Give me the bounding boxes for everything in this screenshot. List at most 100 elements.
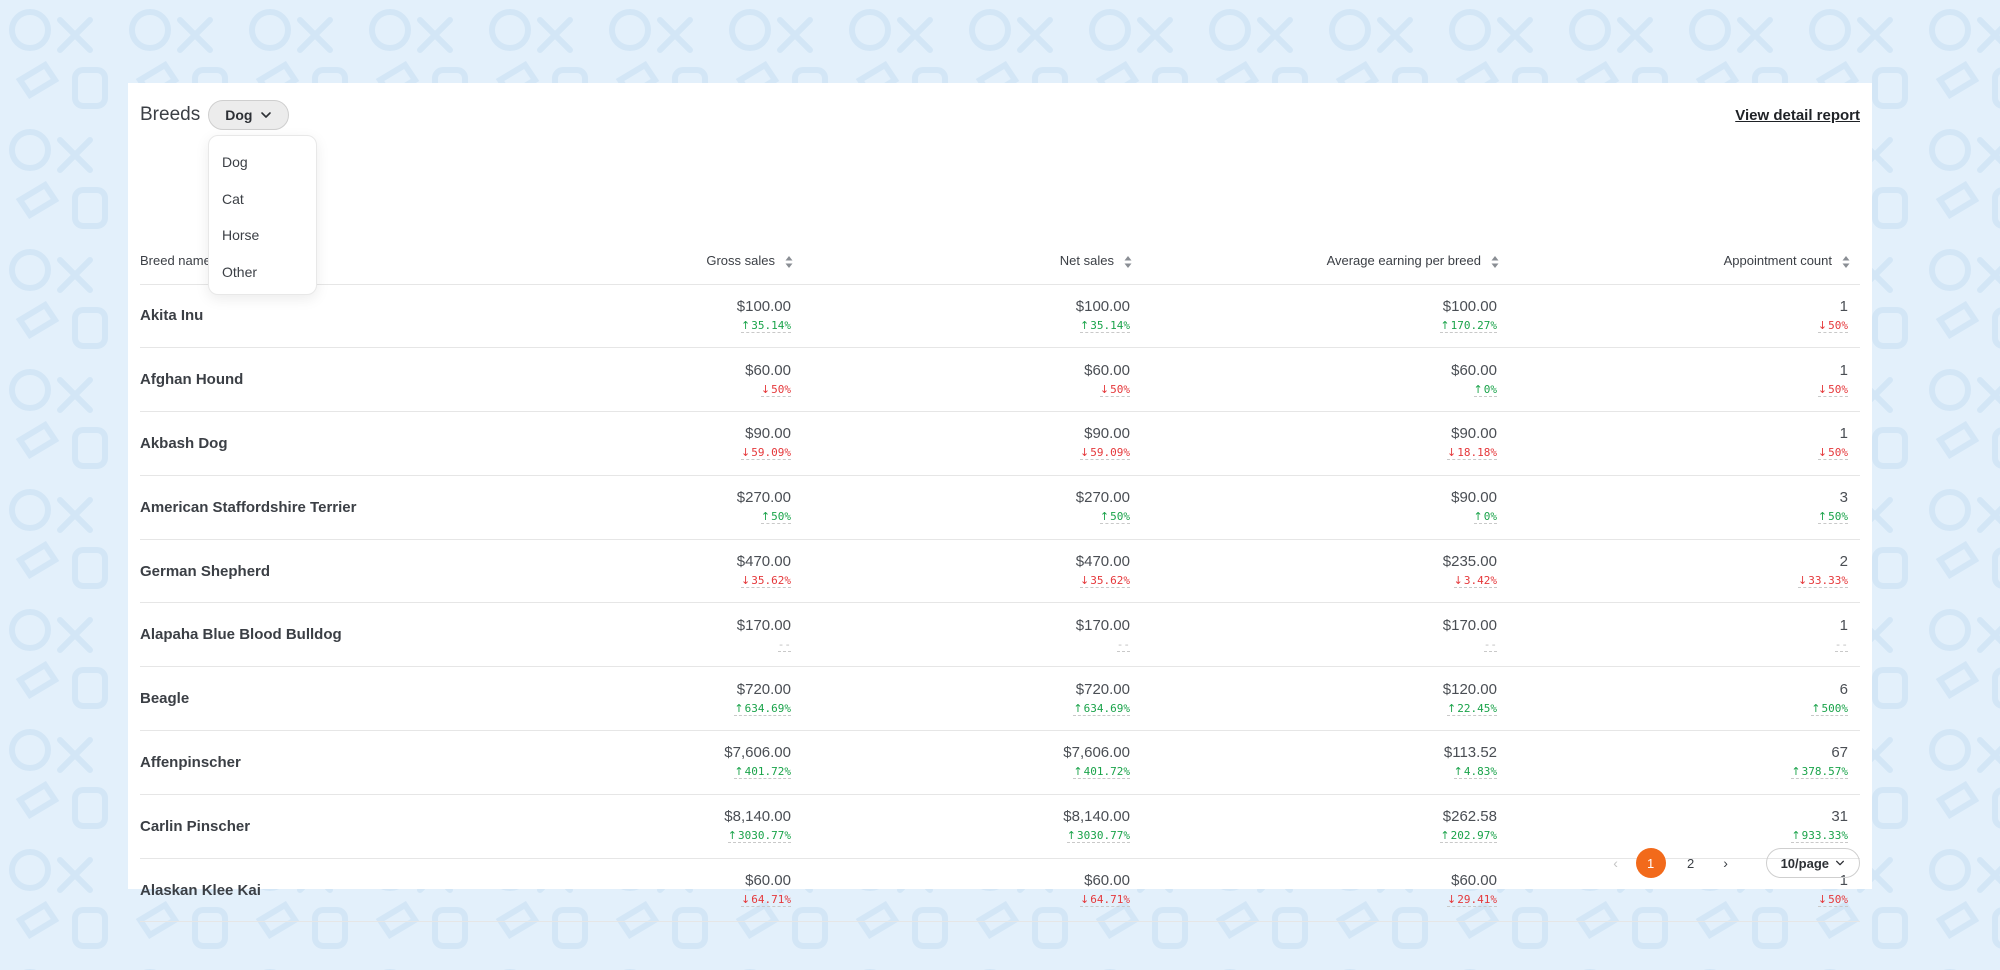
arrow-up-icon: ↑ <box>1791 765 1801 779</box>
column-header-average-earning[interactable]: Average earning per breed <box>1142 238 1509 285</box>
change-indicator: ↑50% <box>1817 510 1848 525</box>
column-header-appointment-count[interactable]: Appointment count <box>1509 238 1860 285</box>
change-value: 35.14% <box>751 318 791 332</box>
sort-icon[interactable] <box>1491 255 1499 269</box>
view-detail-report-link[interactable]: View detail report <box>1735 107 1860 124</box>
arrow-up-icon: ↑ <box>1473 382 1483 396</box>
change-value: 933.33% <box>1801 829 1848 843</box>
metric-cell: $90.00 ↓59.09% <box>540 411 803 476</box>
arrow-down-icon: ↓ <box>1080 574 1090 588</box>
change-indicator: ↑401.72% <box>734 765 791 780</box>
metric-cell: $90.00 ↓59.09% <box>803 411 1142 476</box>
table-row[interactable]: Affenpinscher $7,606.00 ↑401.72% $7,606.00 ↑… <box>140 730 1860 795</box>
dropdown-option-cat[interactable]: Cat <box>209 181 316 218</box>
change-value: -- <box>1483 637 1497 651</box>
metric-cell: $262.58 ↑202.97% <box>1142 794 1509 859</box>
arrow-up-icon: ↑ <box>1440 318 1450 332</box>
metric-value: $60.00 <box>745 872 791 890</box>
change-value: 3.42% <box>1463 574 1497 588</box>
metric-cell: $8,140.00 ↑3030.77% <box>540 794 803 859</box>
arrow-up-icon: ↑ <box>741 318 751 332</box>
metric-cell: $90.00 ↓18.18% <box>1142 411 1509 476</box>
change-value: 634.69% <box>1083 701 1130 715</box>
metric-value: 67 <box>1831 744 1848 762</box>
metric-value: $60.00 <box>1084 361 1130 379</box>
metric-cell: $8,140.00 ↑3030.77% <box>803 794 1142 859</box>
arrow-up-icon: ↑ <box>1817 510 1828 524</box>
metric-value: $100.00 <box>1075 297 1130 315</box>
table-row[interactable]: Alaskan Klee Kai $60.00 ↓64.71% $60.00 ↓64.7… <box>140 858 1860 923</box>
metric-cell: $60.00 ↓50% <box>803 347 1142 413</box>
change-indicator: ↑378.57% <box>1791 765 1848 780</box>
arrow-up-icon: ↑ <box>1073 701 1083 715</box>
change-indicator: ↑634.69% <box>734 702 791 716</box>
page-1-button[interactable]: 1 <box>1635 848 1666 878</box>
metric-value: $235.00 <box>1442 553 1497 571</box>
page-size-select[interactable]: 10/page <box>1765 848 1860 878</box>
chevron-left-icon[interactable]: ‹ <box>1606 855 1626 871</box>
arrow-down-icon: ↓ <box>1080 446 1090 460</box>
change-indicator: ↓50% <box>1817 893 1848 908</box>
dropdown-option-horse[interactable]: Horse <box>209 217 316 254</box>
metric-value: 3 <box>1839 489 1848 507</box>
change-value: 50% <box>1828 318 1848 332</box>
change-indicator: ↑35.14% <box>1080 319 1130 333</box>
table-row[interactable]: Afghan Hound $60.00 ↓50% $60.00 ↓50% $60.00 ↑0… <box>140 347 1860 413</box>
table-row[interactable]: Akbash Dog $90.00 ↓59.09% $90.00 ↓59.09% $90.… <box>140 411 1860 476</box>
table-row[interactable]: American Staffordshire Terrier $270.00 ↑50… <box>140 475 1860 540</box>
change-indicator: ↑3030.77% <box>727 829 791 844</box>
chevron-right-icon[interactable]: › <box>1716 855 1736 871</box>
species-filter-button[interactable]: Dog <box>208 100 290 130</box>
arrow-down-icon: ↓ <box>741 574 751 588</box>
dropdown-option-other[interactable]: Other <box>209 254 316 291</box>
arrow-up-icon: ↑ <box>734 701 744 715</box>
arrow-down-icon: ↓ <box>1099 382 1110 396</box>
breed-name-cell: Beagle <box>140 666 540 732</box>
table-body: Akita Inu $100.00 ↑35.14% $100.00 ↑35.14% $10… <box>140 284 1860 923</box>
change-value: 0% <box>1483 510 1497 524</box>
column-header-net-sales[interactable]: Net sales <box>803 238 1142 285</box>
metric-cell: $270.00 ↑50% <box>540 475 803 540</box>
change-value: 401.72% <box>744 765 791 779</box>
species-filter-value: Dog <box>225 107 253 123</box>
sort-icon[interactable] <box>785 255 793 269</box>
change-indicator: ↑22.45% <box>1447 702 1497 716</box>
metric-cell: 1 ↓50% <box>1509 347 1860 413</box>
arrow-down-icon: ↓ <box>741 446 751 460</box>
change-value: 59.09% <box>1090 446 1130 460</box>
sort-icon[interactable] <box>1124 255 1132 269</box>
table-row[interactable]: Carlin Pinscher $8,140.00 ↑3030.77% $8,140.… <box>140 794 1860 859</box>
chevron-down-icon <box>261 112 272 118</box>
change-indicator: ↑202.97% <box>1440 829 1497 844</box>
column-header-gross-sales[interactable]: Gross sales <box>540 238 803 285</box>
metric-value: 31 <box>1831 808 1848 826</box>
sort-icon[interactable] <box>1842 255 1850 269</box>
metric-value: $90.00 <box>1451 489 1497 507</box>
dropdown-option-dog[interactable]: Dog <box>209 144 316 181</box>
change-indicator: ↓64.71% <box>1080 893 1130 908</box>
table-row[interactable]: Alapaha Blue Blood Bulldog $170.00 -- $170.… <box>140 602 1860 668</box>
metric-value: $100.00 <box>736 297 791 315</box>
metric-value: $170.00 <box>1442 616 1497 634</box>
page-2-button[interactable]: 2 <box>1676 848 1706 878</box>
change-value: 35.62% <box>1090 574 1130 588</box>
change-indicator: ↓50% <box>1817 383 1848 397</box>
change-value: 64.71% <box>751 893 791 907</box>
pagination: ‹ 1 2 › 10/page <box>1606 848 1860 878</box>
arrow-down-icon: ↓ <box>1447 446 1457 460</box>
change-value: 35.14% <box>1090 318 1130 332</box>
metric-value: $270.00 <box>736 489 791 507</box>
table-row[interactable]: German Shepherd $470.00 ↓35.62% $470.00 ↓35.… <box>140 539 1860 604</box>
metric-value: $170.00 <box>736 616 791 634</box>
metric-value: $720.00 <box>1075 680 1130 698</box>
metric-cell: $470.00 ↓35.62% <box>803 539 1142 604</box>
metric-value: $100.00 <box>1442 297 1497 315</box>
metric-value: $170.00 <box>1075 616 1130 634</box>
arrow-down-icon: ↓ <box>1817 446 1828 460</box>
change-value: 3030.77% <box>1077 829 1130 843</box>
column-header-breed-name[interactable]: Breed name <box>140 238 540 285</box>
table-header-row: Breed name Gross sales Net sales Average… <box>140 238 1860 285</box>
table-row[interactable]: Beagle $720.00 ↑634.69% $720.00 ↑634.69% $120… <box>140 666 1860 732</box>
table-row[interactable]: Akita Inu $100.00 ↑35.14% $100.00 ↑35.14% $10… <box>140 284 1860 349</box>
change-value: 50% <box>771 510 791 524</box>
